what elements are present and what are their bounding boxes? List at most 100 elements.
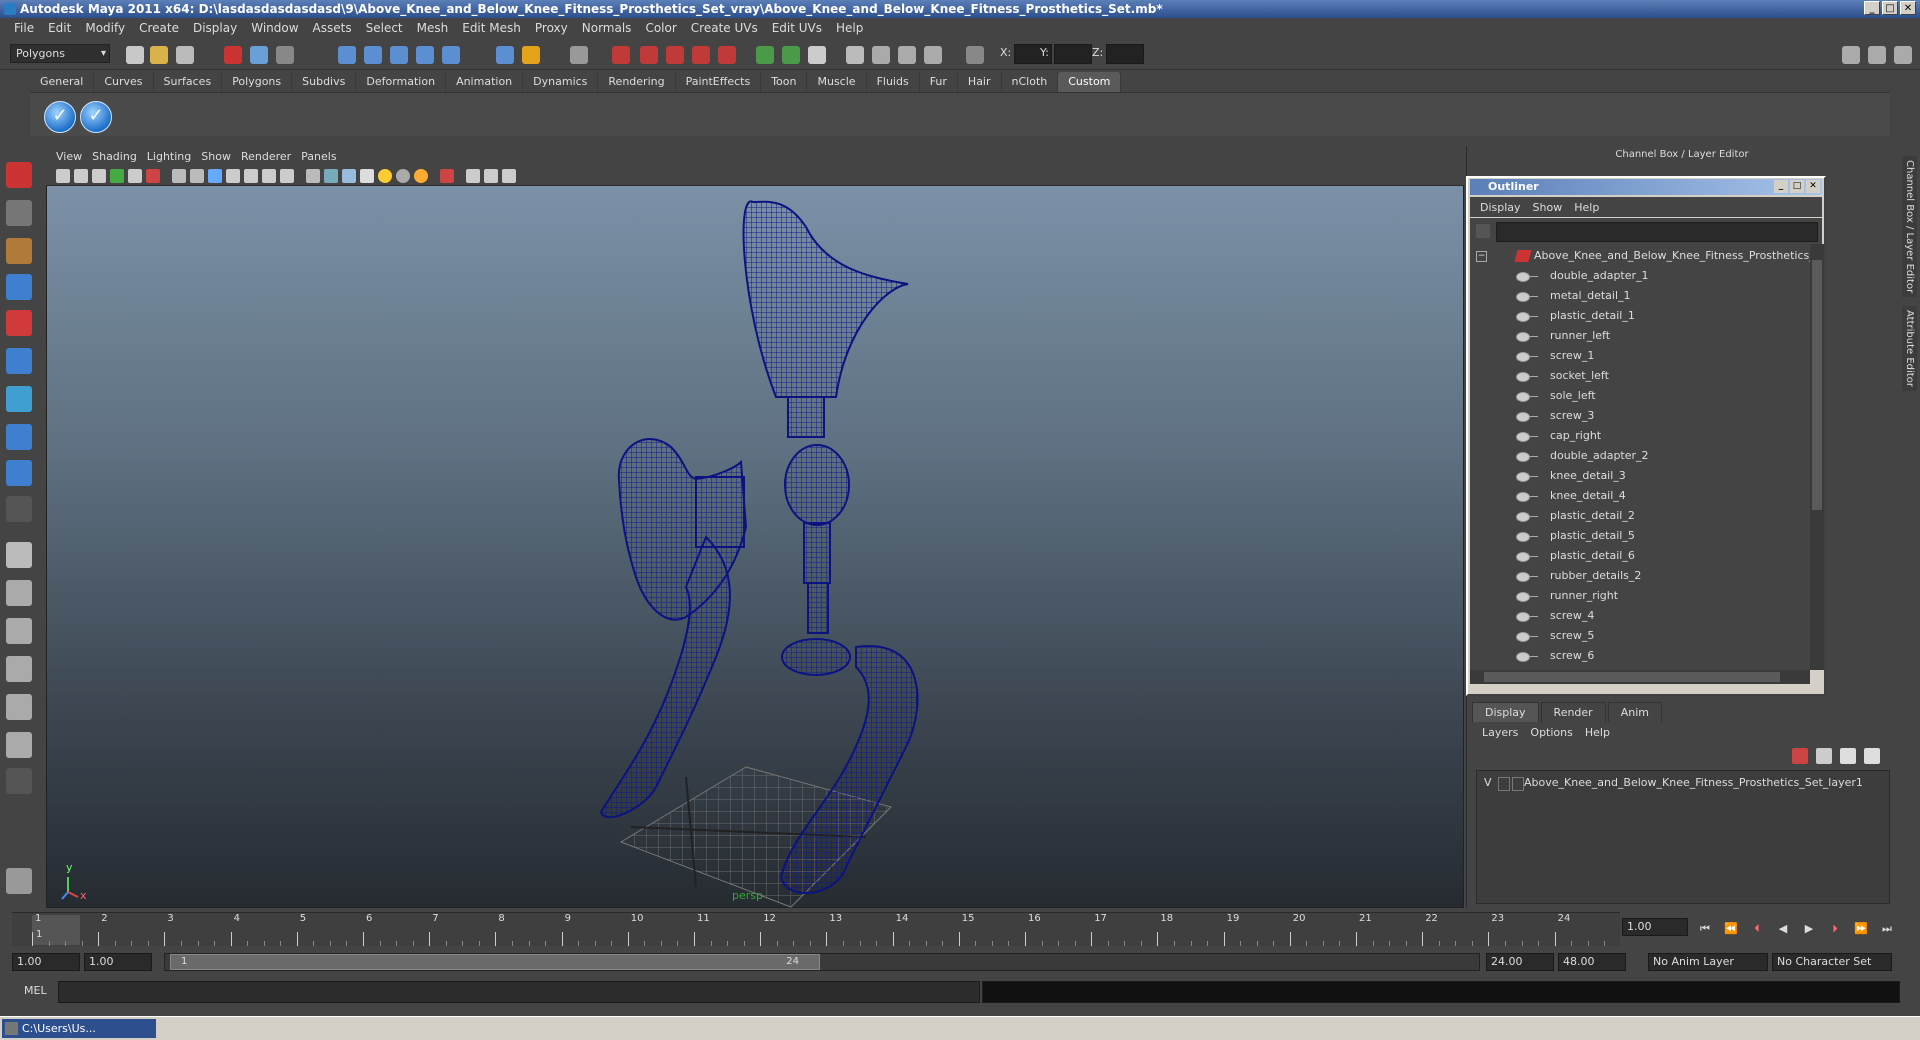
- outliner-horizontal-scrollbar[interactable]: [1470, 670, 1810, 684]
- shelf-tab-curves[interactable]: Curves: [94, 72, 154, 92]
- step-back-key-icon[interactable]: ⏴: [1748, 922, 1766, 936]
- menu-modify[interactable]: Modify: [79, 21, 133, 35]
- smooth-shade-icon[interactable]: [324, 169, 338, 183]
- show-attribute-editor-icon[interactable]: [1842, 46, 1860, 64]
- shelf-check-button-1[interactable]: ✓: [44, 101, 76, 133]
- bookmark-icon[interactable]: [92, 169, 106, 183]
- step-back-frame-icon[interactable]: ⏪: [1722, 922, 1740, 936]
- shelf-tab-hair[interactable]: Hair: [958, 72, 1002, 92]
- layer-row[interactable]: V Above_Knee_and_Below_Knee_Fitness_Pros…: [1480, 774, 1880, 792]
- render-settings-icon[interactable]: [666, 46, 684, 64]
- collapse-icon[interactable]: −: [1476, 251, 1487, 262]
- camera-select-icon[interactable]: [56, 169, 70, 183]
- layout-four-view-icon[interactable]: [6, 580, 32, 606]
- shelf-tab-fur[interactable]: Fur: [920, 72, 958, 92]
- outliner-item[interactable]: plastic_detail_5: [1470, 526, 1810, 546]
- isolate-select-icon[interactable]: [440, 169, 454, 183]
- go-to-end-icon[interactable]: ⏭: [1878, 922, 1896, 936]
- shelf-tab-subdivs[interactable]: Subdivs: [292, 72, 357, 92]
- layer-menu-options[interactable]: Options: [1528, 726, 1582, 739]
- select-field-icon[interactable]: [782, 46, 800, 64]
- render-view-icon[interactable]: [570, 46, 588, 64]
- menu-edit-mesh[interactable]: Edit Mesh: [456, 21, 529, 35]
- shelf-tab-animation[interactable]: Animation: [446, 72, 524, 92]
- outliner-item[interactable]: double_adapter_2: [1470, 446, 1810, 466]
- menu-set-dropdown[interactable]: Polygons: [10, 44, 110, 63]
- shelf-tab-muscle[interactable]: Muscle: [807, 72, 867, 92]
- rotate-tool-icon[interactable]: [6, 310, 32, 336]
- shelf-tab-fluids[interactable]: Fluids: [867, 72, 920, 92]
- grease-pencil-icon[interactable]: [146, 169, 160, 183]
- camera-attributes-icon[interactable]: [74, 169, 88, 183]
- outliner-hscroll-thumb[interactable]: [1484, 672, 1780, 682]
- layer-type-toggle[interactable]: [1498, 777, 1510, 791]
- outliner-icon[interactable]: [924, 46, 942, 64]
- safe-title-icon[interactable]: [280, 169, 294, 183]
- lasso-tool-icon[interactable]: [6, 200, 32, 226]
- menu-edit[interactable]: Edit: [42, 21, 79, 35]
- snap-to-surface-icon[interactable]: [442, 46, 460, 64]
- move-tool-icon[interactable]: [6, 274, 32, 300]
- outliner-item[interactable]: screw_3: [1470, 406, 1810, 426]
- animation-end-field[interactable]: 48.00: [1558, 953, 1626, 971]
- layout-persp-outliner-icon[interactable]: [6, 618, 32, 644]
- step-forward-frame-icon[interactable]: ⏩: [1852, 922, 1870, 936]
- snap-to-point-icon[interactable]: [390, 46, 408, 64]
- outliner-item[interactable]: screw_4: [1470, 606, 1810, 626]
- paint-tool-icon[interactable]: [6, 868, 32, 894]
- show-tool-settings-icon[interactable]: [1868, 46, 1886, 64]
- textured-icon[interactable]: [360, 169, 374, 183]
- two-d-pan-zoom-icon[interactable]: [128, 169, 142, 183]
- new-empty-layer-icon[interactable]: [1840, 748, 1856, 764]
- hypershade-icon[interactable]: [692, 46, 710, 64]
- show-manipulator-icon[interactable]: [6, 460, 32, 486]
- last-tool-icon[interactable]: [6, 496, 32, 522]
- menu-create-uvs[interactable]: Create UVs: [685, 21, 766, 35]
- move-layer-up-icon[interactable]: [1792, 748, 1808, 764]
- snap-to-plane-icon[interactable]: [416, 46, 434, 64]
- scale-tool-icon[interactable]: [6, 348, 32, 374]
- outliner-vertical-scrollbar[interactable]: [1810, 244, 1824, 670]
- new-layer-selected-icon[interactable]: [1864, 748, 1880, 764]
- backface-culling-icon[interactable]: [502, 169, 516, 183]
- outliner-menu-help[interactable]: Help: [1572, 201, 1609, 214]
- render-globals-icon[interactable]: [718, 46, 736, 64]
- outliner-item[interactable]: cap_right: [1470, 426, 1810, 446]
- maximize-button[interactable]: □: [1882, 1, 1898, 15]
- outliner-item[interactable]: sole_left: [1470, 386, 1810, 406]
- lock-icon[interactable]: [522, 46, 540, 64]
- outliner-item[interactable]: screw_5: [1470, 626, 1810, 646]
- outliner-item[interactable]: plastic_detail_2: [1470, 506, 1810, 526]
- playback-end-field[interactable]: 24.00: [1486, 953, 1554, 971]
- outliner-menu-show[interactable]: Show: [1531, 201, 1573, 214]
- resolution-gate-icon[interactable]: [208, 169, 222, 183]
- layer-menu-layers[interactable]: Layers: [1480, 726, 1528, 739]
- layer-menu-help[interactable]: Help: [1583, 726, 1620, 739]
- layer-visibility-toggle[interactable]: V: [1484, 774, 1492, 792]
- layer-tab-anim[interactable]: Anim: [1607, 702, 1662, 722]
- close-button[interactable]: ✕: [1900, 1, 1916, 15]
- soft-modification-icon[interactable]: [6, 424, 32, 450]
- mel-language-toggle[interactable]: MEL: [24, 984, 47, 997]
- layout-persp-graph-outliner-icon[interactable]: [6, 732, 32, 758]
- channel-box-icon[interactable]: [872, 46, 890, 64]
- new-scene-icon[interactable]: [126, 46, 144, 64]
- image-plane-icon[interactable]: [110, 169, 124, 183]
- viewport-menu-renderer[interactable]: Renderer: [239, 150, 299, 163]
- menu-proxy[interactable]: Proxy: [529, 21, 576, 35]
- select-by-hierarchy-icon[interactable]: [224, 46, 242, 64]
- side-tab-channel-box[interactable]: Channel Box / Layer Editor: [1902, 156, 1917, 298]
- menu-file[interactable]: File: [8, 21, 42, 35]
- render-current-icon[interactable]: [612, 46, 630, 64]
- select-tool-icon[interactable]: [6, 162, 32, 188]
- film-gate-icon[interactable]: [190, 169, 204, 183]
- outliner-item[interactable]: screw_1: [1470, 346, 1810, 366]
- ipr-render-icon[interactable]: [640, 46, 658, 64]
- animation-start-field[interactable]: 1.00: [12, 953, 80, 971]
- current-frame-field[interactable]: 1.00: [1622, 918, 1688, 936]
- gate-mask-icon[interactable]: [226, 169, 240, 183]
- xray-joints-icon[interactable]: [484, 169, 498, 183]
- outliner-search-input[interactable]: [1496, 222, 1818, 242]
- field-chart-icon[interactable]: [244, 169, 258, 183]
- shelf-tab-toon[interactable]: Toon: [761, 72, 808, 92]
